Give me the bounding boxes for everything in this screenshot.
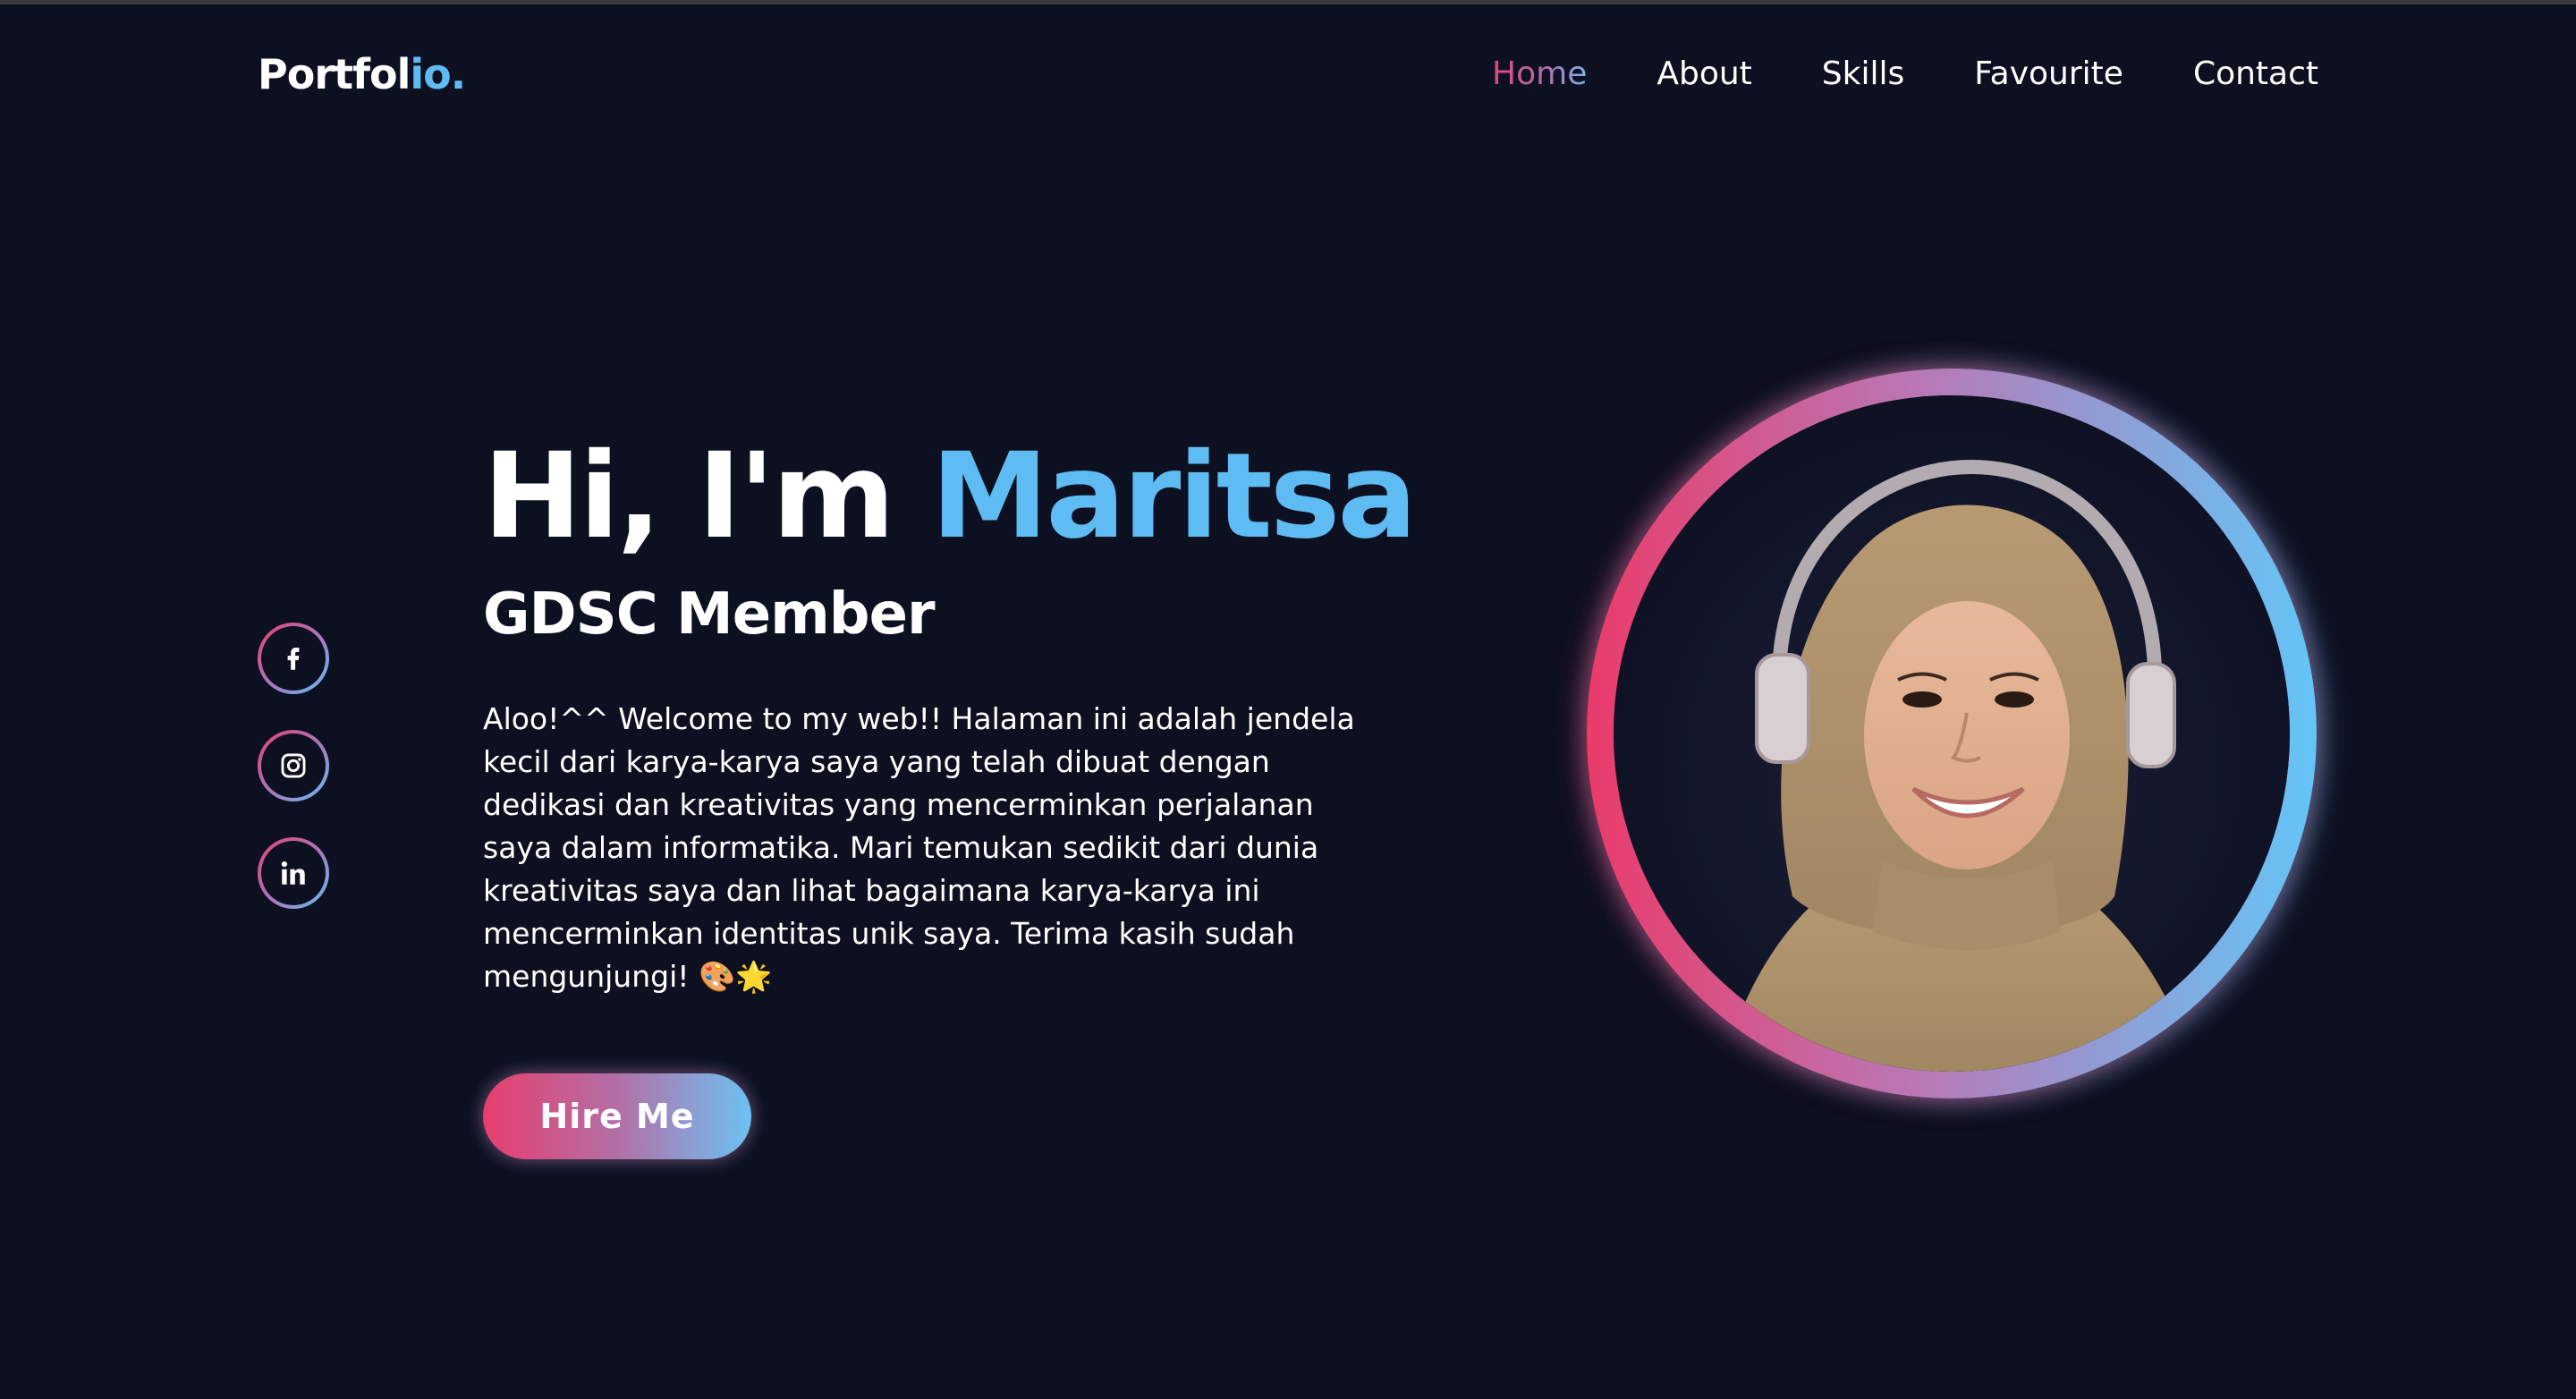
main-nav: Home About Skills Favourite Contact <box>1492 55 2318 92</box>
instagram-icon <box>281 753 306 778</box>
nav-item-contact[interactable]: Contact <box>2193 55 2318 92</box>
hire-me-button[interactable]: Hire Me <box>483 1073 751 1159</box>
nav-item-about[interactable]: About <box>1657 55 1751 92</box>
hero-greeting: Hi, I'm <box>483 428 895 565</box>
facebook-link[interactable] <box>258 623 329 694</box>
profile-photo-ring <box>1587 369 2317 1098</box>
nav-item-home[interactable]: Home <box>1492 55 1587 92</box>
portfolio-page: Portfolio. Home About Skills Favourite C… <box>0 0 2576 1399</box>
linkedin-icon <box>281 861 305 885</box>
instagram-link[interactable] <box>258 730 329 801</box>
hero-name: Maritsa <box>930 428 1418 565</box>
logo-main-text: Portfol <box>258 50 411 98</box>
linkedin-link[interactable] <box>258 837 329 909</box>
facebook-icon <box>287 647 300 670</box>
nav-item-favourite[interactable]: Favourite <box>1974 55 2123 92</box>
nav-item-skills[interactable]: Skills <box>1822 55 1904 92</box>
site-logo[interactable]: Portfolio. <box>258 50 466 98</box>
hero-title: Hi, I'm Maritsa <box>483 428 1417 565</box>
logo-accent-text: io. <box>410 50 466 98</box>
hero-section: Hi, I'm Maritsa GDSC Member Aloo!^^ Welc… <box>483 428 1417 1159</box>
profile-photo <box>1614 395 2290 1072</box>
hero-role: GDSC Member <box>483 581 936 648</box>
browser-top-strip <box>0 0 2576 4</box>
hero-description: Aloo!^^ Welcome to my web!! Halaman ini … <box>483 700 1355 994</box>
profile-portrait-illustration <box>1614 395 2290 1072</box>
social-links <box>258 623 329 909</box>
